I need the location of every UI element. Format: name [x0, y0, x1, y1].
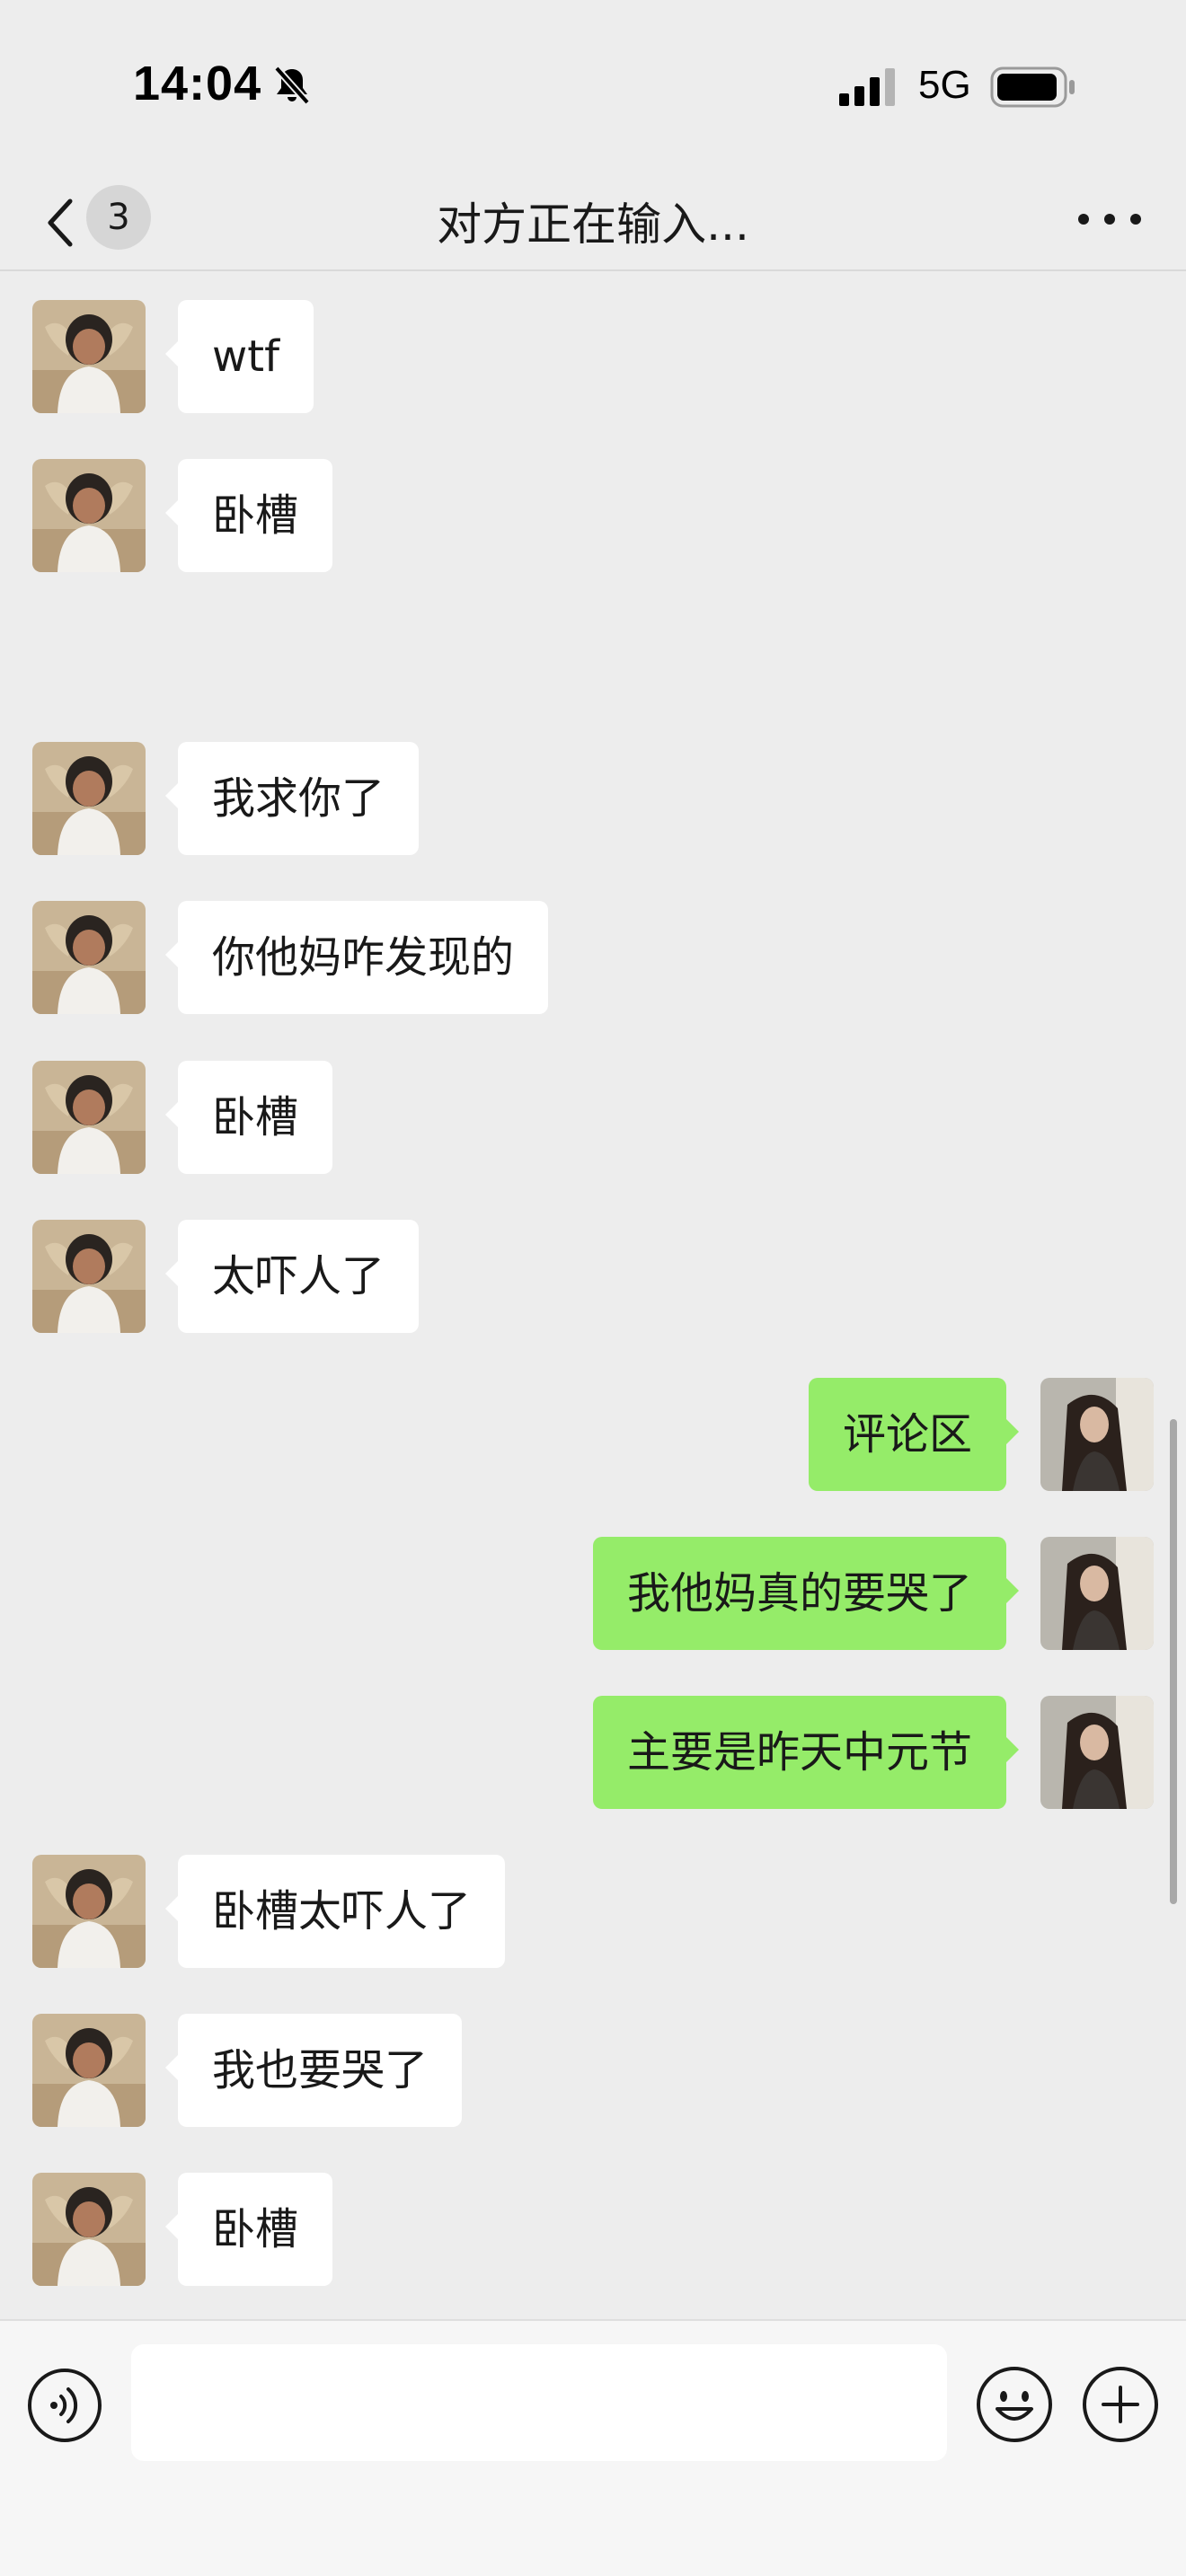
- input-bar: [0, 2319, 1186, 2576]
- message-bubble[interactable]: wtf: [165, 300, 314, 413]
- message-bubble[interactable]: 太吓人了: [164, 1220, 420, 1333]
- contact-avatar[interactable]: [32, 2014, 146, 2127]
- scrollbar[interactable]: [1170, 1419, 1177, 1904]
- more-dots-icon: [1078, 214, 1089, 225]
- outgoing-message: 我他妈真的要哭了: [0, 1537, 1186, 1650]
- nav-bar: 3 对方正在输入...: [0, 171, 1186, 271]
- message-bubble[interactable]: 我也要哭了: [164, 2014, 463, 2127]
- voice-icon[interactable]: [27, 2368, 102, 2443]
- message-bubble[interactable]: 你他妈咋发现的: [164, 901, 549, 1014]
- incoming-message: 卧槽太吓人了: [0, 1855, 1186, 1968]
- message-bubble[interactable]: 主要是昨天中元节: [592, 1696, 1020, 1809]
- unread-badge: 3: [86, 185, 151, 250]
- incoming-message: 你他妈咋发现的: [0, 901, 1186, 1014]
- message-bubble[interactable]: 我求你了: [164, 742, 420, 855]
- contact-avatar[interactable]: [32, 300, 146, 413]
- contact-avatar[interactable]: [32, 1220, 146, 1333]
- bell-slash-icon: [274, 66, 310, 105]
- status-time: 14:04: [133, 57, 262, 110]
- contact-avatar[interactable]: [32, 2173, 146, 2286]
- message-bubble[interactable]: 卧槽太吓人了: [164, 1855, 506, 1968]
- my-avatar[interactable]: [1040, 1696, 1154, 1809]
- message-bubble[interactable]: 卧槽: [164, 2173, 333, 2286]
- outgoing-message: 主要是昨天中元节: [0, 1696, 1186, 1809]
- signal-icon: [839, 68, 895, 106]
- contact-avatar[interactable]: [32, 1061, 146, 1174]
- chat-title: 对方正在输入...: [437, 198, 749, 251]
- more-options-button[interactable]: [1069, 192, 1150, 246]
- plus-icon[interactable]: [1082, 2366, 1159, 2443]
- incoming-message: 卧槽: [0, 1061, 1186, 1174]
- my-avatar[interactable]: [1040, 1378, 1154, 1491]
- network-label: 5G: [918, 63, 971, 107]
- outgoing-message: 评论区: [0, 1378, 1186, 1491]
- contact-avatar[interactable]: [32, 742, 146, 855]
- message-bubble[interactable]: 卧槽: [164, 459, 333, 572]
- back-button[interactable]: 3: [36, 178, 162, 264]
- incoming-message: 太吓人了: [0, 1220, 1186, 1333]
- chevron-left-icon: [48, 198, 73, 247]
- incoming-message: 我也要哭了: [0, 2014, 1186, 2127]
- incoming-message: wtf: [0, 300, 1186, 413]
- contact-avatar[interactable]: [32, 459, 146, 572]
- message-list[interactable]: wtf 卧槽 我求你了 你他妈咋发现的 卧槽 太吓人了 评论区 我他妈真的要哭了 主要是昨天中元…: [0, 273, 1186, 2319]
- incoming-message: 我求你了: [0, 742, 1186, 855]
- emoji-icon[interactable]: [976, 2366, 1053, 2443]
- chat-screen: 14:04 5G 3 对方正在输入... wtf 卧槽 我求你了 你他妈咋发现的…: [0, 0, 1186, 2576]
- status-bar: 14:04 5G: [0, 0, 1186, 171]
- message-bubble[interactable]: 评论区: [808, 1378, 1020, 1491]
- contact-avatar[interactable]: [32, 901, 146, 1014]
- incoming-message: 卧槽: [0, 2173, 1186, 2286]
- my-avatar[interactable]: [1040, 1537, 1154, 1650]
- battery-icon: [990, 66, 1075, 108]
- message-bubble[interactable]: 我他妈真的要哭了: [592, 1537, 1020, 1650]
- message-input[interactable]: [131, 2344, 947, 2461]
- incoming-message: 卧槽: [0, 459, 1186, 572]
- message-bubble[interactable]: 卧槽: [164, 1061, 333, 1174]
- contact-avatar[interactable]: [32, 1855, 146, 1968]
